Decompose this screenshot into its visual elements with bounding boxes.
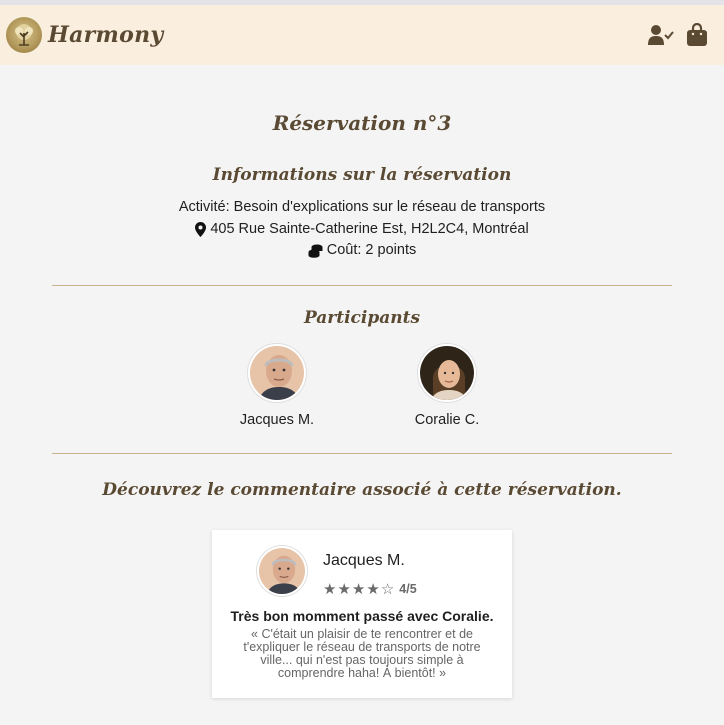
address-text: 405 Rue Sainte-Catherine Est, H2L2C4, Mo… [210,220,529,237]
review-body: « C'était un plaisir de te rencontrer et… [243,626,481,680]
comment-heading: Découvrez le commentaire associé à cette… [102,479,622,500]
review-title: Très bon momment passé avec Coralie. [230,607,494,624]
avatar[interactable] [248,343,306,402]
info-heading: Informations sur la réservation [212,165,512,185]
cost-text: Coût: 2 points [326,242,417,258]
participant-card[interactable]: Coralie C. [392,343,502,428]
reservation-info: Activité: Besoin d'explications sur le r… [0,197,724,262]
top-nav: Harmony [0,5,724,65]
star-filled-icon: ★ [337,579,351,598]
user-check-icon [648,25,674,45]
review-card: Jacques M. ★ ★ ★ ★ ☆ 4/5 Très bon mommen… [212,529,512,698]
review-avatar[interactable] [257,545,307,596]
participants-heading: Participants [303,307,421,328]
star-rating: ★ ★ ★ ★ ☆ 4/5 [323,580,417,598]
page: Harmony Réservation n°3 Informations sur… [0,0,724,725]
brand-name: Harmony [48,22,164,48]
rating-text: 4/5 [399,581,417,596]
cost-line: Coût: 2 points [0,240,724,262]
brand[interactable]: Harmony [6,17,163,53]
star-filled-icon: ★ [366,579,380,598]
shopping-bag-icon [687,23,707,46]
coins-icon [308,244,323,258]
review-header: Jacques M. ★ ★ ★ ★ ☆ 4/5 [230,545,494,598]
participant-card[interactable]: Jacques M. [222,343,332,428]
star-empty-icon: ☆ [380,579,395,598]
star-filled-icon: ★ [351,579,366,598]
map-marker-icon [195,221,207,237]
participant-name: Jacques M. [239,411,315,428]
divider [52,452,672,454]
star-filled-icon: ★ [323,579,337,598]
activity-line: Activité: Besoin d'explications sur le r… [0,197,724,219]
cart-button[interactable] [686,23,708,47]
divider [52,284,672,286]
profile-button[interactable] [648,24,674,46]
review-meta: Jacques M. ★ ★ ★ ★ ☆ 4/5 [323,546,417,598]
participants-list: Jacques M. Coralie C. [0,343,724,428]
participant-name: Coralie C. [414,411,480,428]
tree-logo-icon [6,17,42,53]
review-author: Jacques M. [323,551,405,569]
page-title: Réservation n°3 [272,111,452,135]
avatar[interactable] [418,343,476,402]
activity-text: Activité: Besoin d'explications sur le r… [178,199,546,215]
header-actions [648,23,708,47]
address-line: 405 Rue Sainte-Catherine Est, H2L2C4, Mo… [0,219,724,241]
